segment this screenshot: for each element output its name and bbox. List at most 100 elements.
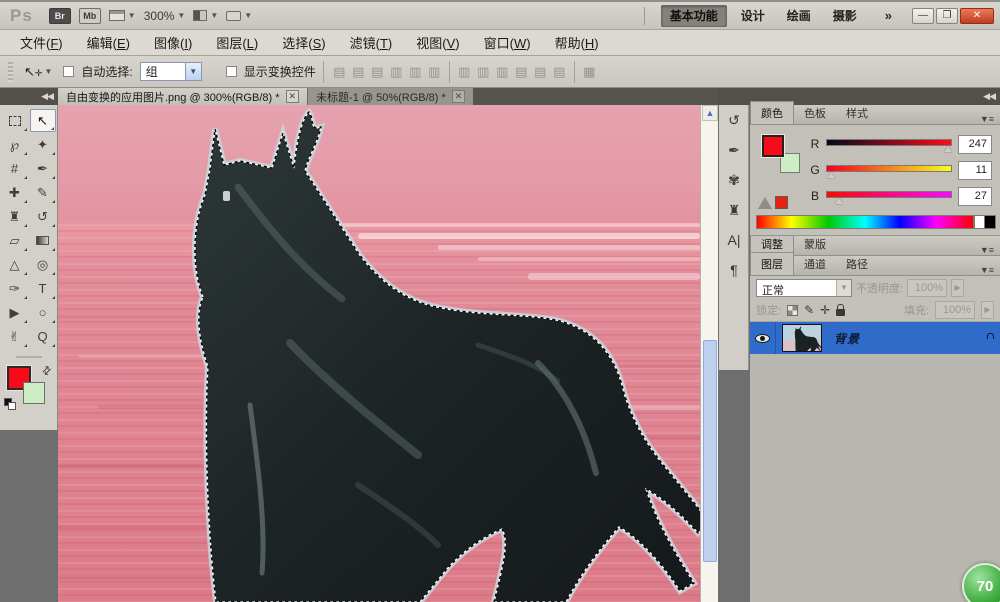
align-top-icon[interactable]: ▤ — [331, 64, 348, 80]
bridge-button[interactable]: Br — [49, 8, 71, 24]
workspace-button-设计[interactable]: 设计 — [733, 6, 773, 26]
fill-slider-arrow[interactable]: ▶ — [981, 301, 994, 319]
menu-item[interactable]: 窗口(W) — [472, 29, 543, 56]
align-right-icon[interactable]: ▥ — [426, 64, 443, 80]
scroll-up-arrow[interactable]: ▲ — [702, 105, 718, 121]
close-tab-icon[interactable]: ✕ — [286, 90, 300, 103]
document-tab[interactable]: 自由变换的应用图片.png @ 300%(RGB/8) *✕ — [58, 88, 307, 105]
dist-top-icon[interactable]: ▥ — [456, 64, 473, 80]
menu-item[interactable]: 视图(V) — [404, 29, 471, 56]
history-brush-tool[interactable]: ↺ — [30, 205, 56, 228]
tab-色板[interactable]: 色板 — [794, 102, 836, 124]
canvas-vertical-scrollbar[interactable]: ▲ — [700, 105, 718, 602]
gradient-tool[interactable] — [30, 229, 56, 252]
pen-tool[interactable]: ✑ — [2, 277, 28, 300]
black-swatch[interactable] — [984, 215, 996, 229]
channel-value-input[interactable]: 247 — [958, 135, 992, 154]
swap-colors-icon[interactable]: ⇄ — [39, 363, 55, 379]
auto-align-layers-icon[interactable]: ▦ — [581, 64, 598, 80]
panel-menu-icon[interactable]: ▼≡ — [980, 265, 1000, 275]
lock-transparency-icon[interactable] — [787, 305, 798, 316]
align-hcenter-icon[interactable]: ▥ — [407, 64, 424, 80]
tab-通道[interactable]: 通道 — [794, 253, 836, 275]
styles-panel-icon[interactable]: ✾ — [719, 165, 749, 195]
move-tool-preset[interactable]: ↖✛ ▼ — [20, 62, 56, 82]
crop-tool[interactable]: # — [2, 157, 28, 180]
history-panel-icon[interactable]: ↺ — [719, 105, 749, 135]
channel-slider-R[interactable] — [826, 139, 952, 146]
opacity-value[interactable]: 100% — [907, 279, 947, 297]
fill-value[interactable]: 100% — [935, 301, 975, 319]
menu-item[interactable]: 图层(L) — [204, 29, 270, 56]
color-spectrum-ramp[interactable] — [756, 215, 974, 229]
dist-right-icon[interactable]: ▤ — [551, 64, 568, 80]
channel-value-input[interactable]: 27 — [958, 187, 992, 206]
menu-item[interactable]: 滤镜(T) — [338, 29, 405, 56]
document-canvas[interactable] — [58, 105, 700, 602]
character-panel-icon[interactable]: A| — [719, 225, 749, 255]
default-colors-icon[interactable] — [4, 398, 16, 410]
align-vcenter-icon[interactable]: ▤ — [350, 64, 367, 80]
arrange-documents-button[interactable]: ▼ — [193, 10, 218, 21]
channel-slider-B[interactable] — [826, 191, 952, 198]
clone-stamp-tool[interactable]: ♜ — [2, 205, 28, 228]
workspace-overflow-button[interactable]: » — [885, 8, 892, 23]
restore-button[interactable]: ❐ — [936, 8, 958, 24]
dodge-tool[interactable]: ◎ — [30, 253, 56, 276]
toolbox-collapse-button[interactable]: ◀◀ — [0, 88, 58, 105]
zoom-level-dropdown[interactable]: 300%▼ — [144, 9, 186, 23]
eraser-tool[interactable]: ▱ — [2, 229, 28, 252]
lock-pixels-icon[interactable]: ✎ — [804, 303, 814, 317]
lock-all-icon[interactable] — [836, 309, 845, 316]
panel-menu-icon[interactable]: ▼≡ — [980, 245, 1000, 255]
move-tool[interactable]: ↖ — [30, 109, 56, 132]
dist-left-icon[interactable]: ▤ — [513, 64, 530, 80]
layer-thumbnail[interactable] — [782, 324, 822, 352]
blur-tool[interactable]: △ — [2, 253, 28, 276]
tab-图层[interactable]: 图层 — [750, 252, 794, 275]
dist-bottom-icon[interactable]: ▥ — [494, 64, 511, 80]
paragraph-panel-icon[interactable]: ¶ — [719, 255, 749, 285]
mini-bridge-button[interactable]: Mb — [79, 8, 101, 24]
slider-thumb[interactable] — [944, 146, 952, 152]
panel-menu-icon[interactable]: ▼≡ — [980, 114, 1000, 124]
channel-value-input[interactable]: 11 — [958, 161, 992, 180]
eyedropper-tool[interactable]: ✒ — [30, 157, 56, 180]
dist-vcenter-icon[interactable]: ▥ — [475, 64, 492, 80]
options-bar-grip[interactable] — [8, 62, 13, 82]
slider-thumb[interactable] — [835, 198, 843, 204]
dist-hcenter-icon[interactable]: ▤ — [532, 64, 549, 80]
menu-item[interactable]: 帮助(H) — [543, 29, 611, 56]
lock-position-icon[interactable]: ✛ — [820, 303, 830, 317]
auto-select-checkbox[interactable] — [63, 66, 74, 77]
spot-healing-brush-tool[interactable]: ✚ — [2, 181, 28, 204]
screen-mode-button[interactable]: ▼ — [226, 11, 252, 21]
blend-mode-dropdown[interactable]: 正常 ▼ — [756, 279, 852, 297]
minimize-button[interactable]: — — [912, 8, 934, 24]
layer-row-background[interactable]: 背景 — [750, 322, 1000, 354]
close-button[interactable]: ✕ — [960, 8, 994, 24]
menu-item[interactable]: 编辑(E) — [75, 29, 142, 56]
path-selection-tool[interactable]: ▶ — [2, 301, 28, 324]
workspace-button-摄影[interactable]: 摄影 — [825, 6, 865, 26]
opacity-slider-arrow[interactable]: ▶ — [951, 279, 964, 297]
workspace-button-绘画[interactable]: 绘画 — [779, 6, 819, 26]
tab-蒙版[interactable]: 蒙版 — [794, 233, 836, 255]
ellipse-tool[interactable]: ○ — [30, 301, 56, 324]
view-extras-button[interactable]: ▼ — [109, 10, 136, 21]
menu-item[interactable]: 文件(F) — [8, 29, 75, 56]
brush-tool[interactable]: ✎ — [30, 181, 56, 204]
tab-路径[interactable]: 路径 — [836, 253, 878, 275]
slider-thumb[interactable] — [827, 172, 835, 178]
show-transform-checkbox[interactable] — [226, 66, 237, 77]
document-tab[interactable]: 未标题-1 @ 50%(RGB/8) *✕ — [307, 88, 473, 105]
gamut-warning[interactable] — [758, 196, 788, 209]
tab-颜色[interactable]: 颜色 — [750, 101, 794, 124]
channel-slider-G[interactable] — [826, 165, 952, 172]
type-tool[interactable]: T — [30, 277, 56, 300]
brushes-panel-icon[interactable]: ✒ — [719, 135, 749, 165]
background-color-swatch[interactable] — [23, 382, 45, 404]
auto-select-dropdown[interactable]: 组 ▼ — [140, 62, 202, 81]
visibility-cell[interactable] — [750, 322, 776, 354]
quick-selection-tool[interactable]: ✦ — [30, 133, 56, 156]
